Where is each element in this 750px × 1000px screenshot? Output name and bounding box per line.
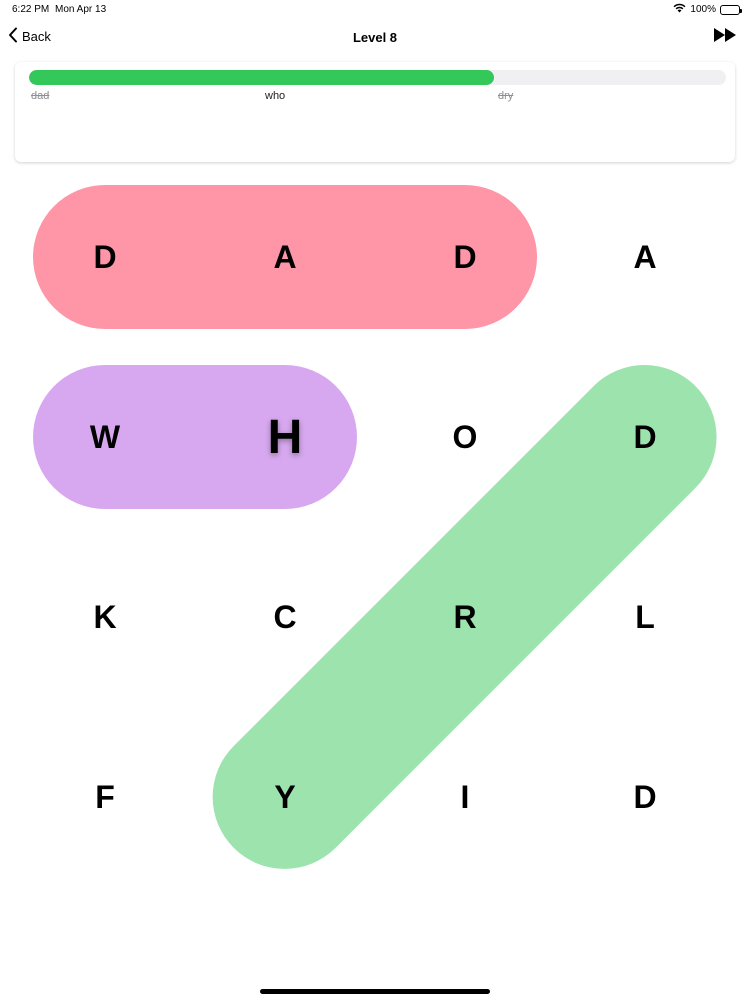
letter-cell[interactable]: O: [405, 377, 525, 497]
letter-cell[interactable]: Y: [225, 737, 345, 857]
letter-cell[interactable]: F: [45, 737, 165, 857]
letter-grid: DADAWHODKCRLFYID: [0, 0, 750, 1000]
letter-cell[interactable]: D: [405, 197, 525, 317]
letter-cell[interactable]: W: [45, 377, 165, 497]
home-indicator: [260, 989, 490, 994]
letter-cell[interactable]: K: [45, 557, 165, 677]
letter-cell[interactable]: A: [225, 197, 345, 317]
letter-cell[interactable]: L: [585, 557, 705, 677]
letter-cell[interactable]: R: [405, 557, 525, 677]
letter-cell[interactable]: D: [585, 737, 705, 857]
letter-cell[interactable]: D: [45, 197, 165, 317]
letter-cell[interactable]: C: [225, 557, 345, 677]
letter-cell[interactable]: A: [585, 197, 705, 317]
letter-cell[interactable]: H: [225, 377, 345, 497]
letter-cell[interactable]: D: [585, 377, 705, 497]
letter-cell[interactable]: I: [405, 737, 525, 857]
